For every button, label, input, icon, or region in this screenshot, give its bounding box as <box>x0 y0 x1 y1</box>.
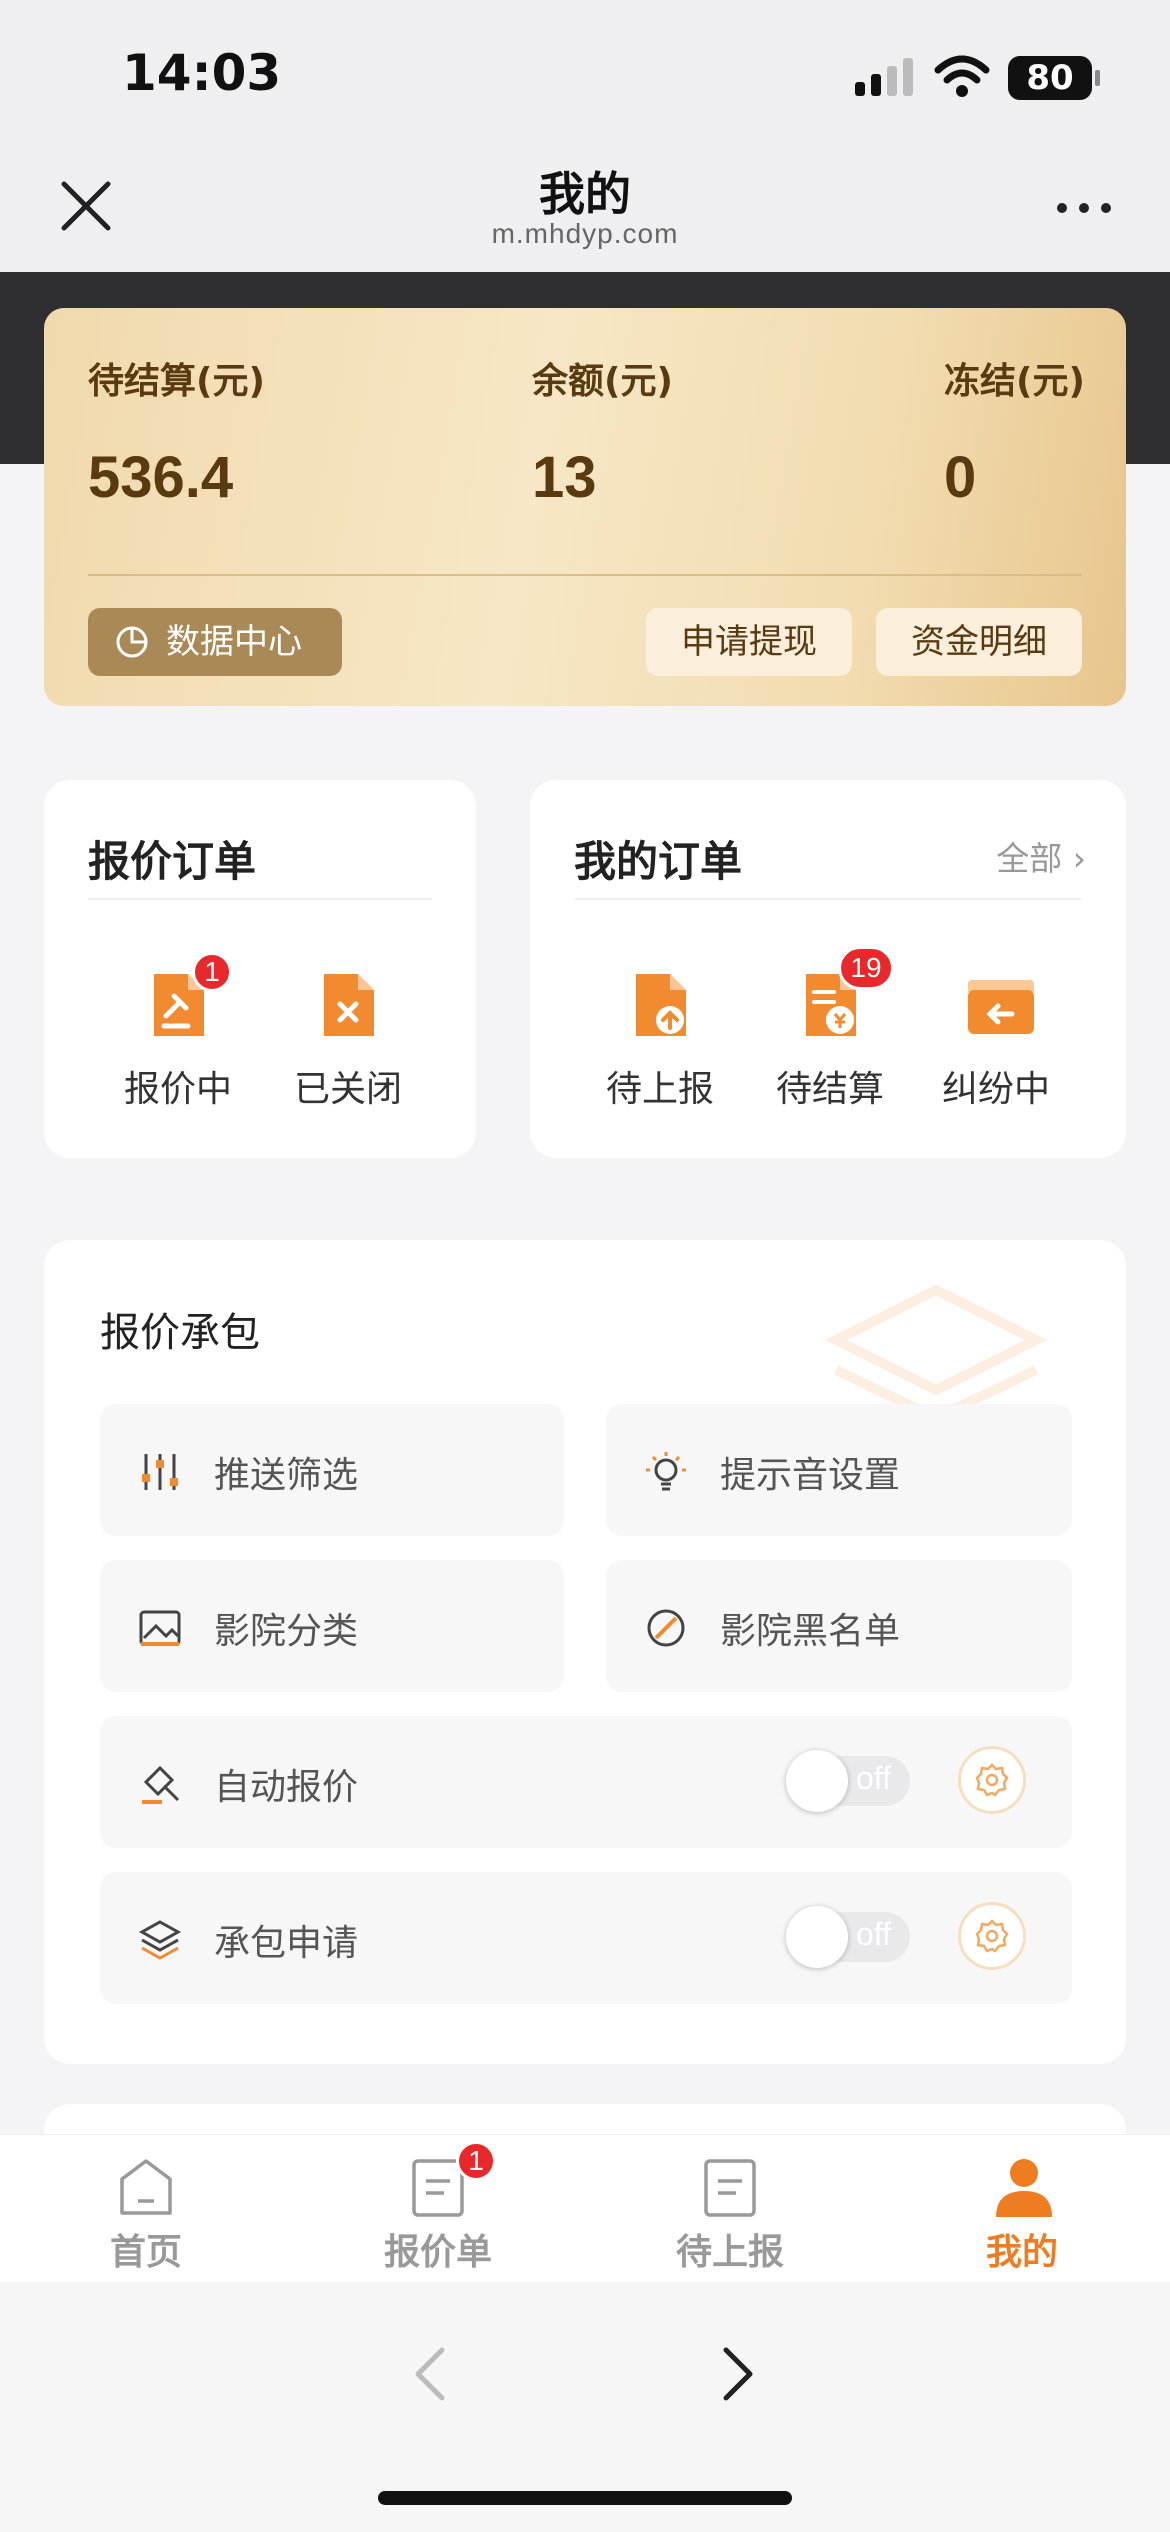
gavel-icon <box>142 1765 180 1804</box>
layers-watermark-icon <box>824 1284 1048 1420</box>
tab-quote-list[interactable]: 1 报价单 <box>292 2135 584 2283</box>
battery-indicator: 80 <box>1008 56 1100 100</box>
tile-label: 影院分类 <box>214 1611 359 1652</box>
order-item-label: 纠纷中 <box>941 1069 1050 1110</box>
cellular-signal-icon <box>855 58 913 96</box>
data-center-button[interactable]: 数据中心 <box>88 608 342 676</box>
sound-setting-tile[interactable]: 提示音设置 <box>606 1404 1072 1536</box>
contract-title: 报价承包 <box>100 1310 260 1356</box>
tile-label: 影院黑名单 <box>720 1611 901 1652</box>
order-item-closed[interactable]: 已关闭 <box>294 970 402 1110</box>
contract-apply-settings-button[interactable] <box>958 1902 1026 1970</box>
tab-label: 首页 <box>109 2232 182 2273</box>
image-icon <box>139 1610 181 1646</box>
dispute-box-icon <box>968 980 1034 1034</box>
pending-value[interactable]: 536.4 <box>88 444 233 511</box>
withdraw-button[interactable]: 申请提现 <box>646 608 852 676</box>
tile-label: 推送筛选 <box>214 1455 359 1496</box>
gear-icon <box>975 1763 1009 1797</box>
toggle-knob <box>786 1906 848 1968</box>
filter-sliders-icon <box>142 1454 178 1490</box>
divider <box>88 898 432 900</box>
balance-label: 余额(元) <box>532 361 673 402</box>
tab-pending-report[interactable]: 待上报 <box>584 2135 876 2283</box>
order-item-label: 待结算 <box>775 1069 884 1110</box>
order-item-pending-report[interactable]: 待上报 <box>606 970 714 1110</box>
fund-details-button[interactable]: 资金明细 <box>876 608 1082 676</box>
pie-chart-icon <box>116 626 148 658</box>
quote-orders-title: 报价订单 <box>88 837 257 886</box>
order-item-label: 待上报 <box>605 1069 714 1110</box>
view-all-link[interactable]: 全部 › <box>996 832 1086 880</box>
badge: 1 <box>192 952 232 992</box>
badge: 19 <box>838 946 894 990</box>
order-item-label: 报价中 <box>123 1069 232 1110</box>
wallet-card: 待结算(元) 536.4 余额(元) 13 冻结(元) 0 数据中心 申请提现 … <box>44 308 1126 706</box>
order-item-pending-settle[interactable]: 19 待结算 <box>776 946 894 1110</box>
divider <box>88 574 1082 576</box>
tab-home[interactable]: 首页 <box>0 2135 292 2283</box>
toggle-state: off <box>856 1760 891 1796</box>
tile-label: 提示音设置 <box>720 1455 901 1496</box>
more-icon[interactable] <box>1054 198 1114 218</box>
cinema-blacklist-tile[interactable]: 影院黑名单 <box>606 1560 1072 1692</box>
order-item-quoting[interactable]: 1 报价中 <box>124 952 232 1110</box>
tab-label: 待上报 <box>675 2232 784 2273</box>
home-indicator <box>378 2491 792 2505</box>
nav-bar: 我的 m.mhdyp.com <box>0 140 1170 272</box>
toggle-knob <box>786 1750 848 1812</box>
cinema-category-tile[interactable]: 影院分类 <box>100 1560 564 1692</box>
auto-quote-toggle[interactable]: off <box>786 1750 910 1812</box>
closed-doc-icon <box>324 974 374 1036</box>
data-center-label: 数据中心 <box>166 622 302 662</box>
divider <box>574 898 1082 900</box>
my-orders-title: 我的订单 <box>574 837 743 886</box>
pending-list-icon <box>704 2159 756 2217</box>
upload-doc-icon <box>636 974 686 1036</box>
gear-icon <box>975 1919 1009 1953</box>
status-time: 14:03 <box>122 44 282 102</box>
chevron-right-icon: › <box>1072 839 1086 878</box>
tab-label: 我的 <box>985 2232 1058 2273</box>
wifi-icon <box>934 55 990 97</box>
user-icon <box>996 2159 1052 2217</box>
view-all-label: 全部 <box>996 839 1063 878</box>
pending-label: 待结算(元) <box>88 361 265 402</box>
contract-section: 报价承包 推送筛选 提示音设置 影院分类 影院黑名单 自动报价 off 承包申请… <box>44 1240 1126 2064</box>
forward-arrow-icon[interactable] <box>712 2344 762 2404</box>
layers-icon <box>138 1920 182 1960</box>
frozen-value[interactable]: 0 <box>944 444 976 511</box>
quote-orders-card: 报价订单 1 报价中 已关闭 <box>44 780 476 1158</box>
auto-quote-settings-button[interactable] <box>958 1746 1026 1814</box>
status-bar: 14:03 80 <box>0 0 1170 140</box>
toggle-state: off <box>856 1916 891 1952</box>
tab-mine[interactable]: 我的 <box>876 2135 1168 2283</box>
auto-quote-row: 自动报价 off <box>100 1716 1072 1848</box>
home-icon <box>120 2159 172 2215</box>
contract-apply-toggle[interactable]: off <box>786 1906 910 1968</box>
badge: 1 <box>456 2141 496 2181</box>
contract-apply-row: 承包申请 off <box>100 1872 1072 2004</box>
frozen-label: 冻结(元) <box>944 361 1085 402</box>
balance-value[interactable]: 13 <box>532 444 597 511</box>
tile-label: 承包申请 <box>214 1923 359 1964</box>
push-filter-tile[interactable]: 推送筛选 <box>100 1404 564 1536</box>
ban-icon <box>647 1609 685 1647</box>
tile-label: 自动报价 <box>214 1767 359 1808</box>
order-item-dispute[interactable]: 纠纷中 <box>942 970 1050 1110</box>
page-title: 我的 <box>539 167 631 221</box>
tab-bar: 首页 1 报价单 待上报 我的 <box>0 2134 1170 2282</box>
back-arrow-icon[interactable] <box>406 2344 456 2404</box>
order-item-label: 已关闭 <box>293 1069 402 1110</box>
tab-label: 报价单 <box>383 2232 492 2273</box>
my-orders-card: 我的订单 全部 › 待上报 19 待结算 纠纷中 <box>530 780 1126 1158</box>
page-url: m.mhdyp.com <box>491 218 679 249</box>
bulb-icon <box>646 1452 686 1491</box>
